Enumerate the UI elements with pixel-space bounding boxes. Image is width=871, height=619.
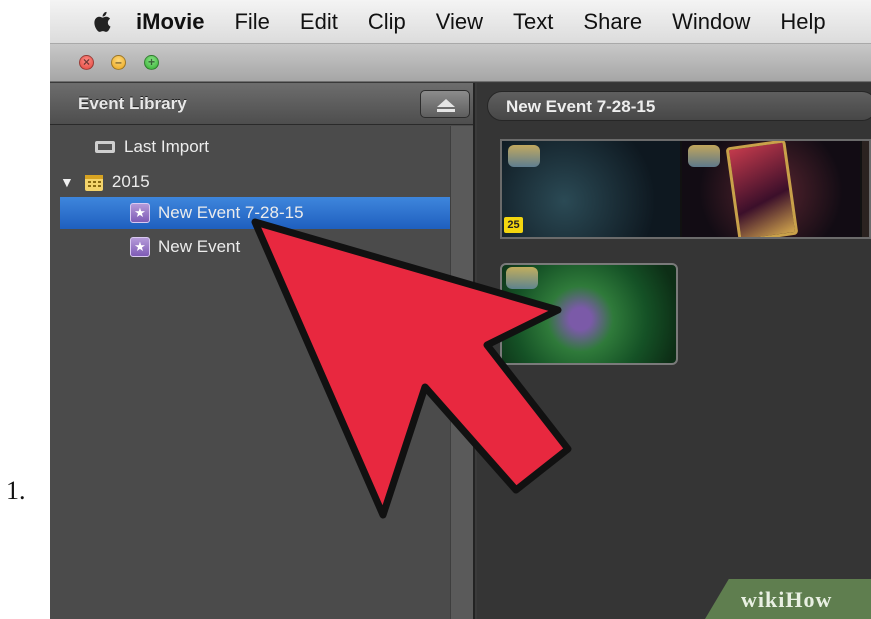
calendar-icon (84, 175, 103, 191)
game-card-art (725, 141, 799, 237)
clip-duration-badge: 25 (504, 217, 523, 233)
minimize-window-button[interactable]: – (111, 55, 126, 70)
game-logo-icon (508, 145, 540, 167)
star-event-icon: ★ (130, 203, 150, 223)
sidebar-item-label: New Event (158, 237, 241, 256)
sidebar-item-2015[interactable]: ▼ 2015 (60, 166, 150, 198)
eject-button[interactable] (420, 90, 470, 118)
menu-bar: iMovie File Edit Clip View Text Share Wi… (50, 0, 871, 44)
event-browser-title: New Event 7-28-15 (506, 97, 656, 116)
sidebar-item-label: New Event 7-28-15 (158, 203, 304, 222)
watermark-text: wikiHow (741, 587, 833, 612)
sidebar-item-new-event[interactable]: ★ New Event (130, 231, 240, 263)
sidebar-item-label: 2015 (111, 172, 150, 191)
game-logo-icon (506, 267, 538, 289)
menu-window[interactable]: Window (672, 9, 750, 35)
step-number: 1. (6, 476, 26, 505)
event-library-sidebar: Event Library Last Import ▼ 2015 ★ New E… (50, 83, 475, 619)
menu-edit[interactable]: Edit (300, 9, 338, 35)
menu-share[interactable]: Share (583, 9, 642, 35)
menu-imovie[interactable]: iMovie (136, 9, 204, 35)
sidebar-scrollbar[interactable] (450, 126, 473, 619)
sidebar-item-last-import[interactable]: Last Import (94, 131, 209, 163)
clip-frame (502, 141, 680, 237)
eject-icon (437, 99, 455, 112)
menu-view[interactable]: View (436, 9, 483, 35)
event-library-title: Event Library (78, 94, 187, 113)
apple-logo-icon[interactable] (90, 9, 116, 35)
event-browser: New Event 7-28-15 25 (477, 83, 871, 619)
clip-frame (862, 141, 869, 237)
star-event-icon: ★ (130, 237, 150, 257)
wikihow-watermark: wikiHow (705, 579, 871, 619)
window-title-bar: × – + (50, 44, 871, 82)
close-window-button[interactable]: × (79, 55, 94, 70)
film-roll-icon (95, 141, 115, 153)
clip-filmstrip[interactable]: 25 (500, 139, 871, 239)
imovie-screenshot: iMovie File Edit Clip View Text Share Wi… (50, 0, 871, 619)
menu-clip[interactable]: Clip (368, 9, 406, 35)
clip-thumbnail[interactable] (500, 263, 678, 365)
menu-help[interactable]: Help (780, 9, 825, 35)
event-browser-header: New Event 7-28-15 (487, 91, 871, 121)
menu-text[interactable]: Text (513, 9, 553, 35)
disclosure-triangle-icon[interactable]: ▼ (60, 174, 74, 190)
menu-file[interactable]: File (234, 9, 269, 35)
clip-frame (682, 141, 860, 237)
game-logo-icon (688, 145, 720, 167)
sidebar-item-new-event-7-28-15[interactable]: ★ New Event 7-28-15 (60, 197, 460, 229)
zoom-window-button[interactable]: + (144, 55, 159, 70)
event-library-header: Event Library (50, 83, 473, 125)
sidebar-item-label: Last Import (124, 137, 210, 156)
